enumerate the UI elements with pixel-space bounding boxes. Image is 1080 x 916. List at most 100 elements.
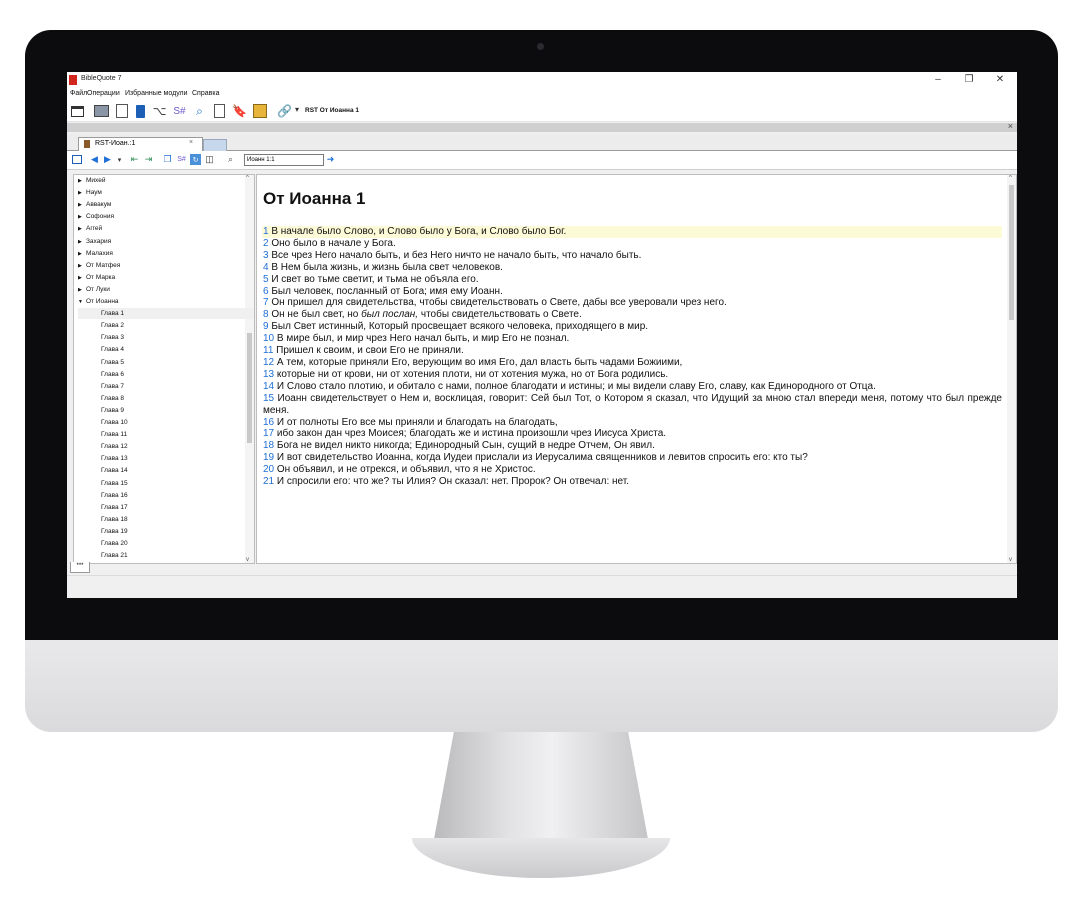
verse-number[interactable]: 13 — [263, 369, 274, 380]
module-dropdown-arrow[interactable]: ▾ — [295, 105, 299, 114]
collapsed-arrow-icon[interactable]: ▶ — [78, 285, 86, 296]
copy-icon[interactable]: ❐ — [162, 154, 173, 165]
verse-number[interactable]: 11 — [263, 345, 273, 356]
module-label[interactable]: RST От Иоанна 1 — [305, 107, 359, 114]
tree-icon[interactable]: ⌥ — [152, 104, 167, 118]
layout-icon[interactable] — [71, 155, 82, 164]
tree-chapter-item[interactable]: Глава 2 — [78, 320, 254, 331]
next-chapter-icon[interactable]: ⇥ — [143, 154, 154, 165]
document-icon[interactable] — [115, 104, 128, 118]
menu-favorites[interactable]: Избранные модули — [125, 90, 188, 97]
expanded-arrow-icon[interactable]: ▼ — [78, 297, 86, 308]
collapsed-arrow-icon[interactable]: ▶ — [78, 188, 86, 199]
menu-help[interactable]: Справка — [192, 90, 219, 97]
tree-chapter-item[interactable]: Глава 17 — [78, 502, 254, 513]
memo-icon[interactable] — [252, 104, 267, 118]
tree-chapter-item[interactable]: Глава 5 — [78, 357, 254, 368]
scroll-down-icon[interactable]: v — [1009, 557, 1012, 563]
tab-close-icon[interactable]: × — [189, 139, 193, 146]
forward-icon[interactable]: ▶ — [102, 154, 113, 165]
tree-chapter-item[interactable]: Глава 8 — [78, 393, 254, 404]
search-small-icon[interactable]: ⌕ — [225, 154, 236, 165]
tree-chapter-item[interactable]: Глава 18 — [78, 514, 254, 525]
verse-number[interactable]: 18 — [263, 440, 274, 451]
address-input[interactable]: Иоанн 1:1 — [244, 154, 324, 166]
tree-book-item[interactable]: ▶ Захария — [78, 236, 111, 247]
tree-chapter-item[interactable]: Глава 11 — [78, 429, 254, 440]
tab-rst-john[interactable]: RST-Иоан.:1 × — [78, 137, 203, 151]
tree-chapter-item[interactable]: Глава 1 — [78, 308, 254, 320]
tree-book-item[interactable]: ▼ От Иоанна — [78, 296, 119, 307]
tree-book-item[interactable]: ▶ Софония — [78, 211, 114, 222]
collapsed-arrow-icon[interactable]: ▶ — [78, 237, 86, 248]
search-icon[interactable]: ⌕ — [192, 104, 207, 118]
collapsed-arrow-icon[interactable]: ▶ — [78, 273, 86, 284]
scroll-up-icon[interactable]: ^ — [246, 175, 249, 181]
menu-file[interactable]: Файл — [70, 90, 87, 97]
verse-number[interactable]: 20 — [263, 464, 274, 475]
text-scrollbar[interactable]: ^ v — [1007, 175, 1016, 563]
verse-number[interactable]: 21 — [263, 476, 274, 487]
tree-chapter-item[interactable]: Глава 15 — [78, 478, 254, 489]
collapsed-arrow-icon[interactable]: ▶ — [78, 249, 86, 260]
verse-number[interactable]: 10 — [263, 333, 274, 344]
tree-book-item[interactable]: ▶ От Луки — [78, 284, 110, 295]
scroll-up-icon[interactable]: ^ — [1009, 175, 1012, 181]
minimize-button[interactable]: – — [927, 74, 949, 86]
tree-chapter-item[interactable]: Глава 19 — [78, 526, 254, 537]
maximize-button[interactable]: ❐ — [958, 74, 980, 86]
strong-numbers-icon[interactable]: S# — [172, 104, 187, 118]
history-dropdown-icon[interactable]: ▾ — [114, 154, 125, 165]
previous-chapter-icon[interactable]: ⇤ — [129, 154, 140, 165]
collapsed-arrow-icon[interactable]: ▶ — [78, 200, 86, 211]
verse-number[interactable]: 14 — [263, 381, 274, 392]
tree-chapter-item[interactable]: Глава 21 — [78, 550, 254, 561]
tree-book-item[interactable]: ▶ Аввакум — [78, 199, 111, 210]
tree-chapter-item[interactable]: Глава 4 — [78, 344, 254, 355]
tree-chapter-item[interactable]: Глава 20 — [78, 538, 254, 549]
book-icon[interactable] — [136, 104, 145, 118]
link-icon[interactable]: 🔗 — [277, 104, 292, 118]
menu-operations[interactable]: Операции — [87, 90, 120, 97]
window-icon[interactable] — [71, 105, 84, 117]
close-button[interactable]: ✕ — [989, 74, 1011, 86]
verse: 7 Он пришел для свидетельства, чтобы сви… — [262, 297, 1002, 309]
tree-book-item[interactable]: ▶ Малахия — [78, 248, 113, 259]
tree-chapter-item[interactable]: Глава 12 — [78, 441, 254, 452]
verse-number[interactable]: 15 — [263, 393, 274, 404]
collapsed-arrow-icon[interactable]: ▶ — [78, 224, 86, 235]
tree-chapter-item[interactable]: Глава 10 — [78, 417, 254, 428]
tree-chapter-item[interactable]: Глава 3 — [78, 332, 254, 343]
bottom-tab[interactable]: *** — [70, 562, 90, 573]
tree-book-item[interactable]: ▶ От Марка — [78, 272, 115, 283]
bookmark-icon[interactable]: 🔖 — [232, 104, 247, 118]
collapsed-arrow-icon[interactable]: ▶ — [78, 176, 86, 187]
verse-number[interactable]: 16 — [263, 417, 274, 428]
parallel-icon[interactable]: ◫ — [204, 154, 215, 165]
tree-chapter-item[interactable]: Глава 16 — [78, 490, 254, 501]
text-scroll-thumb[interactable] — [1009, 185, 1014, 320]
strong-icon[interactable]: S# — [176, 154, 187, 165]
tree-chapter-item[interactable]: Глава 6 — [78, 369, 254, 380]
tree-chapter-item[interactable]: Глава 13 — [78, 453, 254, 464]
tree-book-item[interactable]: ▶ Аггей — [78, 223, 102, 234]
verse-number[interactable]: 17 — [263, 428, 274, 439]
page-icon[interactable] — [214, 104, 225, 118]
sync-icon[interactable]: ↻ — [190, 154, 201, 165]
tree-chapter-item[interactable]: Глава 7 — [78, 381, 254, 392]
library-icon[interactable] — [94, 105, 109, 117]
tree-book-item[interactable]: ▶ От Матфея — [78, 260, 120, 271]
collapsed-arrow-icon[interactable]: ▶ — [78, 212, 86, 223]
band-close-icon[interactable]: × — [1008, 121, 1013, 131]
verse-text: И Слово стало плотию, и обитало с нами, … — [274, 380, 876, 392]
back-icon[interactable]: ◀ — [89, 154, 100, 165]
new-tab-button[interactable] — [203, 139, 227, 151]
verse-number[interactable]: 12 — [263, 357, 274, 368]
tree-chapter-item[interactable]: Глава 14 — [78, 465, 254, 476]
tree-book-item[interactable]: ▶ Михей — [78, 175, 105, 186]
verse-number[interactable]: 19 — [263, 452, 274, 463]
tree-chapter-item[interactable]: Глава 9 — [78, 405, 254, 416]
tree-book-item[interactable]: ▶ Наум — [78, 187, 102, 198]
go-arrow-icon[interactable]: ➜ — [325, 154, 336, 165]
collapsed-arrow-icon[interactable]: ▶ — [78, 261, 86, 272]
